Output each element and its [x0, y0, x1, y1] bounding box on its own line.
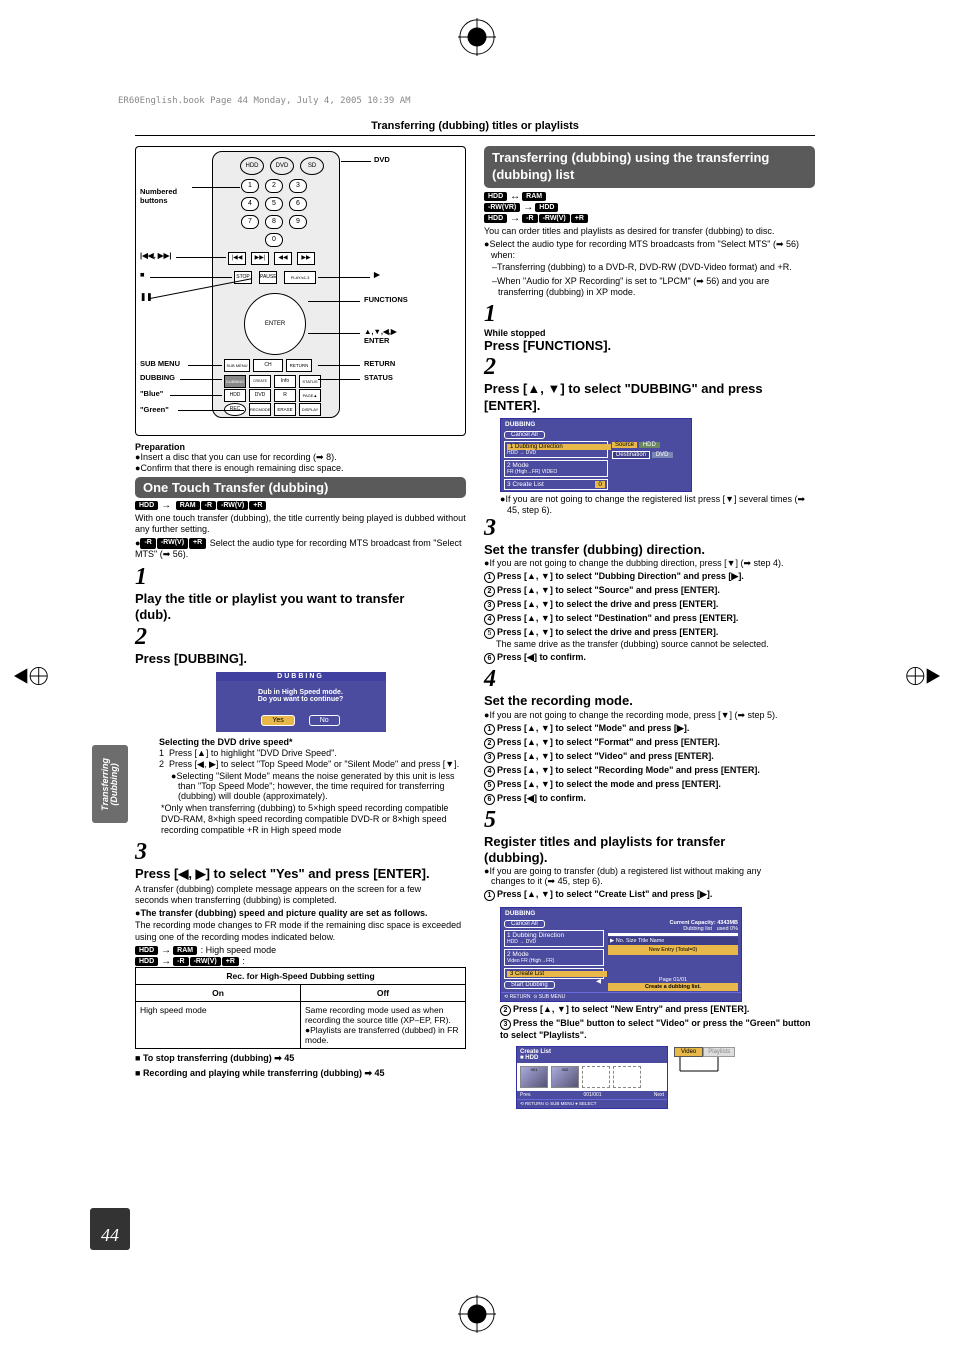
footer-rec: ■ Recording and playing while transferri…: [135, 1068, 466, 1079]
hdd-oval: HDD: [240, 157, 264, 175]
dvd-label: DVD: [374, 155, 390, 164]
page-number-badge: RQT8307 44: [90, 1208, 130, 1250]
one-touch-p1: With one touch transfer (dubbing), the t…: [135, 513, 466, 536]
enter-label: ▲,▼,◀,▶ ENTER: [364, 327, 397, 345]
registration-mark-left: [14, 666, 52, 686]
dubbing-panel: DUBBING Cancel All 1 Dubbing Direction H…: [500, 418, 692, 492]
thumb-002[interactable]: 002: [551, 1066, 579, 1088]
video-playlists-tabs: Video Playlists: [674, 1047, 738, 1079]
blue-label: "Blue": [140, 389, 163, 398]
one-touch-bar: One Touch Transfer (dubbing): [135, 477, 466, 498]
r-step-4-heading: Set the recording mode.: [484, 693, 633, 708]
sd-oval: SD: [300, 157, 324, 175]
r-step-num-1: 1: [484, 301, 506, 328]
submenu-label: SUB MENU: [140, 359, 180, 368]
step-num-1: 1: [135, 564, 157, 591]
prep-line-1: ●Insert a disc that you can use for reco…: [135, 452, 466, 463]
prep-line-2: ●Confirm that there is enough remaining …: [135, 463, 466, 473]
numbered-label: Numbered buttons: [140, 187, 210, 205]
dubbing-dialog: DUBBING Dub in High Speed mode. Do you w…: [215, 671, 387, 733]
preparation-heading: Preparation: [135, 442, 466, 452]
status-label: STATUS: [364, 373, 393, 382]
crop-mark-bottom: [458, 1295, 496, 1333]
step-num-3: 3: [135, 839, 157, 866]
crop-mark-top: [458, 18, 496, 56]
skip-label: |◀◀, ▶▶|: [140, 251, 171, 260]
step-3-heading: Press [◀, ▶] to select "Yes" and press […: [135, 866, 430, 881]
step-1-heading: Play the title or playlist you want to t…: [135, 591, 404, 622]
one-touch-p2: ●-R-RW(V)+R Select the audio type for re…: [135, 538, 466, 561]
registration-mark-right: [902, 666, 940, 686]
thumb-001[interactable]: 001: [520, 1066, 548, 1088]
side-tab: Transferring (Dubbing): [92, 745, 128, 823]
create-list-panel: Create List■ HDD 001 002 Prev. 001/001 N…: [516, 1046, 668, 1109]
dialog-yes[interactable]: Yes: [261, 715, 294, 726]
r-step-num-5: 5: [484, 807, 506, 834]
dvd-oval: DVD: [270, 157, 294, 175]
r-step-2-heading: Press [▲, ▼] to select "DUBBING" and pre…: [484, 381, 763, 412]
green-label: "Green": [140, 405, 169, 414]
thumb-empty-1: [582, 1066, 610, 1088]
step-2-heading: Press [DUBBING].: [135, 651, 247, 666]
header-stamp: ER60English.book Page 44 Monday, July 4,…: [118, 96, 411, 106]
media-tags-1: HDD→ RAM-R-RW(V)+R: [135, 500, 466, 511]
step-num-2: 2: [135, 624, 157, 651]
return-label: RETURN: [364, 359, 395, 368]
rec-setting-table: Rec. for High-Speed Dubbing setting OnOf…: [135, 967, 466, 1049]
right-tags: HDD↔RAM -RW(VR)→HDD HDD→-R-RW(V)+R: [484, 191, 815, 224]
bold-note: ●The transfer (dubbing) speed and pictur…: [135, 908, 466, 918]
stop-label: ■: [140, 270, 145, 279]
dubbing-panel-2: DUBBING Cancel All 1 Dubbing DirectionHD…: [500, 907, 742, 1002]
r-step-num-3: 3: [484, 515, 506, 542]
r-step-3-heading: Set the transfer (dubbing) direction.: [484, 542, 705, 557]
play-label: ▶: [374, 270, 380, 279]
pause-label: ❚❚: [140, 292, 153, 301]
footer-stop: ■ To stop transferring (dubbing) ➡ 45: [135, 1053, 466, 1064]
dialog-no[interactable]: No: [309, 715, 340, 726]
functions-label: FUNCTIONS: [364, 295, 408, 304]
sel-head: Selecting the DVD drive speed*: [159, 737, 466, 747]
r-step-num-4: 4: [484, 666, 506, 693]
right-bar: Transferring (dubbing) using the transfe…: [484, 146, 815, 188]
remote-diagram: HDD DVD SD DVD 1 2 3 4 5 6: [135, 146, 466, 436]
r-step-5-heading: Register titles and playlists for transf…: [484, 834, 725, 865]
page-title: Transferring (dubbing) titles or playlis…: [135, 120, 815, 136]
r-step-num-2: 2: [484, 354, 506, 381]
thumb-empty-2: [613, 1066, 641, 1088]
dubbing-label: DUBBING: [140, 373, 175, 382]
r-step-1-heading: Press [FUNCTIONS].: [484, 338, 611, 353]
